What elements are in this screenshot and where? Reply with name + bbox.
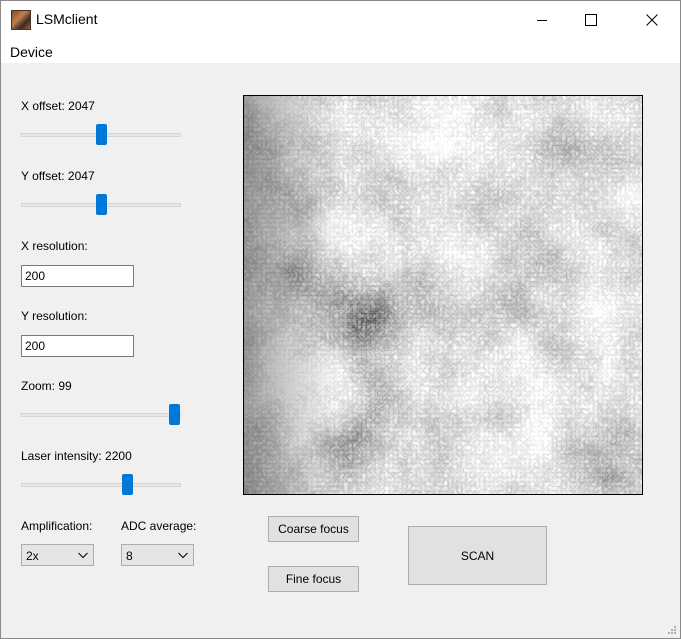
y-offset-slider[interactable]: [21, 194, 183, 216]
amplification-value: 2x: [26, 549, 39, 563]
menu-device[interactable]: Device: [10, 44, 53, 60]
slider-thumb[interactable]: [96, 194, 107, 215]
slider-track: [21, 413, 181, 417]
main-window: LSMclient Device X offset: 2047 Y offset…: [0, 0, 681, 639]
amplification-label: Amplification:: [21, 519, 93, 533]
adc-average-value: 8: [126, 549, 133, 563]
slider-thumb[interactable]: [122, 474, 133, 495]
chevron-down-icon: [78, 552, 88, 559]
window-title: LSMclient: [36, 11, 98, 27]
close-button[interactable]: [629, 1, 675, 39]
app-icon: [11, 10, 31, 30]
zoom-label: Zoom: 99: [21, 379, 72, 393]
minimize-icon: [537, 20, 547, 21]
title-bar: LSMclient: [1, 1, 680, 39]
menu-bar: Device: [1, 39, 680, 63]
chevron-down-icon: [178, 552, 188, 559]
slider-thumb[interactable]: [96, 124, 107, 145]
y-offset-label: Y offset: 2047: [21, 169, 95, 183]
minimize-button[interactable]: [519, 1, 565, 39]
x-resolution-label: X resolution:: [21, 239, 88, 253]
fine-focus-button[interactable]: Fine focus: [268, 566, 359, 592]
x-resolution-input[interactable]: [21, 265, 134, 287]
laser-intensity-label: Laser intensity: 2200: [21, 449, 132, 463]
adc-average-label: ADC average:: [121, 519, 197, 533]
amplification-select[interactable]: 2x: [21, 544, 94, 566]
adc-average-select[interactable]: 8: [121, 544, 194, 566]
resize-grip-icon[interactable]: [667, 625, 677, 635]
y-resolution-label: Y resolution:: [21, 309, 88, 323]
x-offset-label: X offset: 2047: [21, 99, 95, 113]
scan-image: [243, 95, 643, 495]
maximize-icon: [585, 14, 597, 26]
slider-thumb[interactable]: [169, 404, 180, 425]
zoom-slider[interactable]: [21, 404, 183, 426]
scan-image-texture: [244, 96, 642, 494]
slider-track: [21, 483, 181, 487]
x-offset-slider[interactable]: [21, 124, 183, 146]
maximize-button[interactable]: [568, 1, 614, 39]
laser-intensity-slider[interactable]: [21, 474, 183, 496]
close-icon: [646, 14, 658, 26]
scan-button[interactable]: SCAN: [408, 526, 547, 585]
y-resolution-input[interactable]: [21, 335, 134, 357]
coarse-focus-button[interactable]: Coarse focus: [268, 516, 359, 542]
